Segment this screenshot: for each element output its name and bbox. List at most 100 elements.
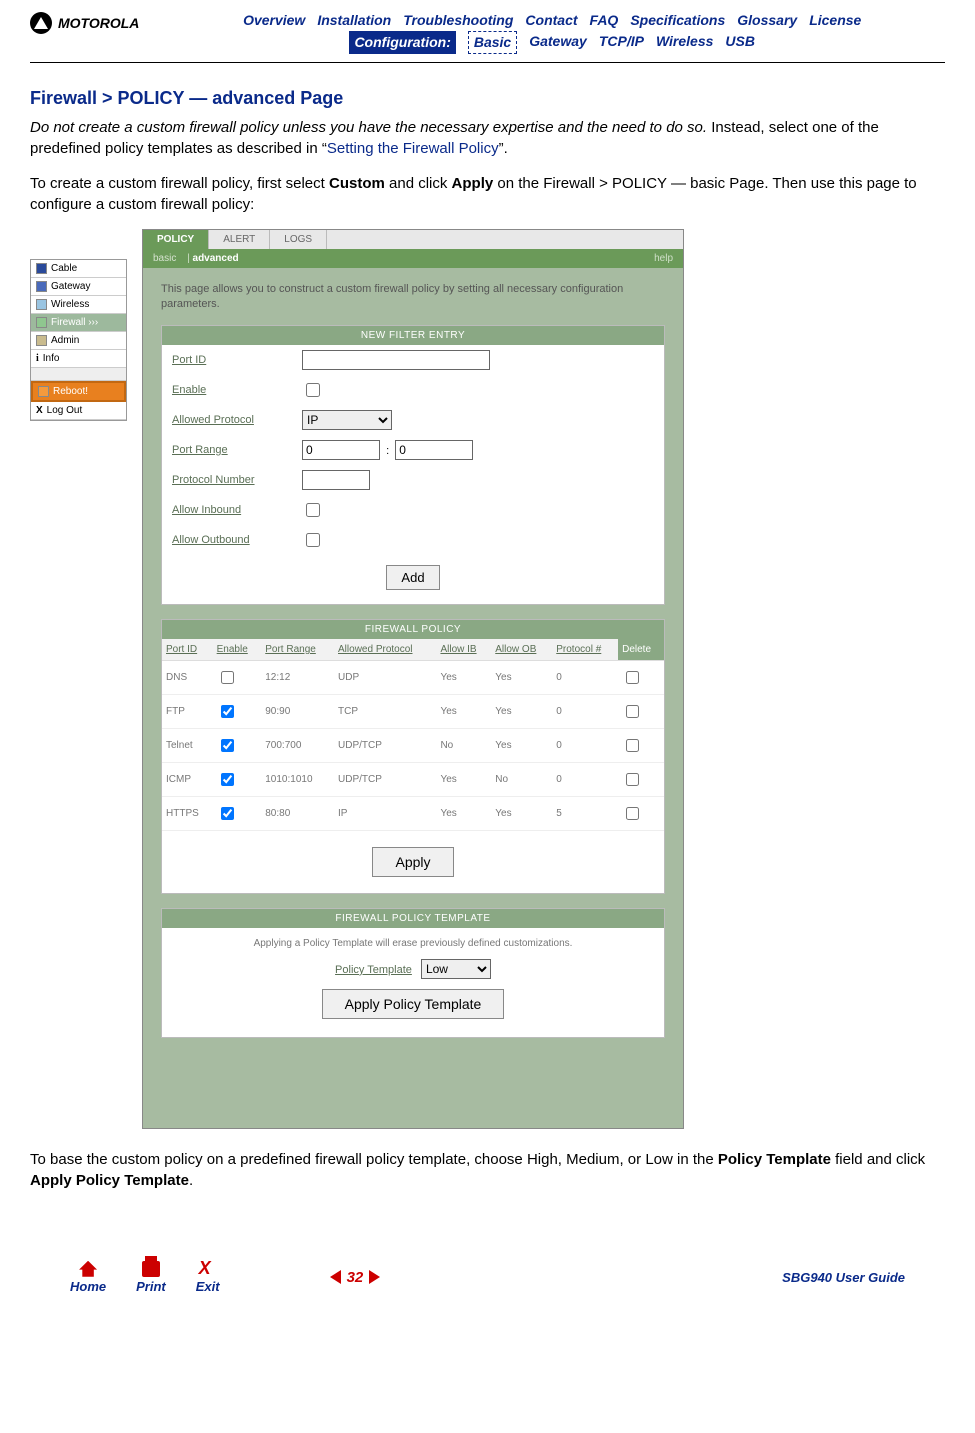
delete-row-checkbox[interactable] <box>626 807 639 820</box>
home-button[interactable]: Home <box>70 1261 106 1294</box>
sidebar-item[interactable]: Firewall ››› <box>31 314 126 332</box>
enable-row-checkbox[interactable] <box>221 671 234 684</box>
enable-label: Enable <box>172 384 302 396</box>
panel-subtabs: basic | advanced help <box>143 249 683 268</box>
config-link[interactable]: USB <box>725 31 755 54</box>
sidebar-item[interactable]: Wireless <box>31 296 126 314</box>
delete-row-checkbox[interactable] <box>626 705 639 718</box>
nav-links: Overview Installation Troubleshooting Conta… <box>159 10 945 54</box>
enable-row-checkbox[interactable] <box>221 739 234 752</box>
print-icon <box>142 1261 160 1277</box>
firewall-template-box: FIREWALL POLICY TEMPLATE Applying a Poli… <box>161 908 665 1038</box>
panel-description: This page allows you to construct a cust… <box>161 282 665 313</box>
firewall-panel: POLICYALERTLOGS basic | advanced help Th… <box>142 229 684 1129</box>
help-link[interactable]: help <box>654 253 673 264</box>
motorola-icon <box>30 12 52 34</box>
config-link[interactable]: TCP/IP <box>599 31 644 54</box>
intro-paragraph-1: Do not create a custom firewall policy u… <box>30 117 945 159</box>
panel-subtab[interactable]: basic <box>153 253 176 264</box>
protocol-number-input[interactable] <box>302 470 370 490</box>
square-icon <box>36 263 47 274</box>
square-icon <box>36 317 47 328</box>
add-button[interactable]: Add <box>386 565 439 590</box>
nav-link[interactable]: Overview <box>243 10 305 31</box>
nav-link[interactable]: Contact <box>525 10 577 31</box>
closing-paragraph: To base the custom policy on a predefine… <box>30 1149 945 1191</box>
enable-row-checkbox[interactable] <box>221 705 234 718</box>
table-header: Protocol # <box>552 639 618 661</box>
pager: 32 <box>330 1269 381 1286</box>
table-header: Allow OB <box>491 639 552 661</box>
panel-tab[interactable]: POLICY <box>143 230 209 249</box>
enable-checkbox[interactable] <box>306 383 320 397</box>
top-nav: MOTOROLA Overview Installation Troubleshoo… <box>30 10 945 54</box>
firewall-policy-header: FIREWALL POLICY <box>162 620 664 639</box>
port-range-to-input[interactable] <box>395 440 473 460</box>
square-icon <box>36 299 47 310</box>
exit-icon: X <box>199 1261 217 1277</box>
port-id-label: Port ID <box>172 354 302 366</box>
panel-tabs: POLICYALERTLOGS <box>143 230 683 249</box>
port-range-from-input[interactable] <box>302 440 380 460</box>
reboot-button[interactable]: Reboot! <box>31 381 126 402</box>
nav-link[interactable]: License <box>809 10 861 31</box>
setting-firewall-link[interactable]: Setting the Firewall Policy <box>327 140 499 157</box>
nav-link[interactable]: Specifications <box>630 10 725 31</box>
guide-title: SBG940 User Guide <box>782 1270 905 1285</box>
apply-policy-template-button[interactable]: Apply Policy Template <box>322 989 505 1019</box>
table-row: HTTPS80:80IPYesYes5 <box>162 796 664 830</box>
prev-page-icon[interactable] <box>330 1270 341 1284</box>
sidebar-item[interactable]: Admin <box>31 332 126 350</box>
allowed-protocol-select[interactable]: IP <box>302 410 392 430</box>
firewall-template-header: FIREWALL POLICY TEMPLATE <box>162 909 664 928</box>
delete-row-checkbox[interactable] <box>626 739 639 752</box>
nav-link[interactable]: Installation <box>317 10 391 31</box>
panel-subtab[interactable]: advanced <box>193 253 239 264</box>
delete-row-checkbox[interactable] <box>626 773 639 786</box>
exit-button[interactable]: X Exit <box>196 1261 220 1294</box>
enable-row-checkbox[interactable] <box>221 807 234 820</box>
table-header: Enable <box>213 639 262 661</box>
delete-row-checkbox[interactable] <box>626 671 639 684</box>
apply-button[interactable]: Apply <box>372 847 453 877</box>
allow-outbound-checkbox[interactable] <box>306 533 320 547</box>
left-nav-menu: CableGatewayWirelessFirewall ›››AdminiIn… <box>30 259 127 421</box>
page-footer: Home Print X Exit 32 SBG940 User Guide <box>30 1251 945 1304</box>
logo: MOTOROLA <box>30 10 139 34</box>
page-title: Firewall > POLICY — advanced Page <box>30 88 945 109</box>
table-row: DNS12:12UDPYesYes0 <box>162 660 664 694</box>
next-page-icon[interactable] <box>369 1270 380 1284</box>
table-header: Allow IB <box>436 639 491 661</box>
sidebar-item[interactable]: Cable <box>31 260 126 278</box>
allow-outbound-label: Allow Outbound <box>172 534 302 546</box>
logout-button[interactable]: XLog Out <box>31 402 126 420</box>
firewall-policy-table: Port IDEnablePort RangeAllowed ProtocolA… <box>162 639 664 831</box>
page-number: 32 <box>347 1269 364 1286</box>
enable-row-checkbox[interactable] <box>221 773 234 786</box>
config-label: Configuration: <box>349 31 455 54</box>
port-id-input[interactable] <box>302 350 490 370</box>
table-row: FTP90:90TCPYesYes0 <box>162 694 664 728</box>
panel-tab[interactable]: LOGS <box>270 230 327 249</box>
panel-tab[interactable]: ALERT <box>209 230 270 249</box>
firewall-policy-box: FIREWALL POLICY Port IDEnablePort RangeA… <box>161 619 665 894</box>
nav-link[interactable]: FAQ <box>590 10 619 31</box>
sidebar-item[interactable]: Gateway <box>31 278 126 296</box>
table-row: Telnet700:700UDP/TCPNoYes0 <box>162 728 664 762</box>
divider <box>30 62 945 63</box>
intro-paragraph-2: To create a custom firewall policy, firs… <box>30 173 945 215</box>
nav-link[interactable]: Glossary <box>737 10 797 31</box>
config-link[interactable]: Basic <box>468 31 517 54</box>
policy-template-label: Policy Template <box>335 964 412 976</box>
config-link[interactable]: Wireless <box>656 31 713 54</box>
allowed-protocol-label: Allowed Protocol <box>172 414 302 426</box>
print-button[interactable]: Print <box>136 1261 166 1294</box>
new-filter-box: NEW FILTER ENTRY Port ID Enable Allowed … <box>161 325 665 605</box>
policy-template-select[interactable]: Low <box>421 959 491 979</box>
template-description: Applying a Policy Template will erase pr… <box>162 928 664 955</box>
square-icon <box>36 281 47 292</box>
sidebar-item[interactable]: iInfo <box>31 350 126 368</box>
nav-link[interactable]: Troubleshooting <box>403 10 513 31</box>
allow-inbound-checkbox[interactable] <box>306 503 320 517</box>
config-link[interactable]: Gateway <box>529 31 587 54</box>
